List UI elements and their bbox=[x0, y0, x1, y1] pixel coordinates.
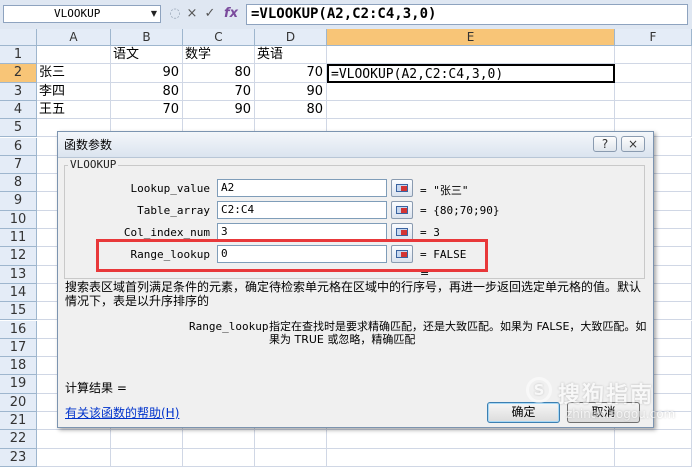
row-header-4[interactable]: 4 bbox=[0, 100, 37, 120]
select-all-corner[interactable] bbox=[0, 29, 37, 46]
cell-e22[interactable] bbox=[327, 430, 615, 449]
watermark-url: zhinan.sogou.com bbox=[566, 407, 676, 421]
lookup-value-input[interactable]: A2 bbox=[217, 179, 387, 197]
formula-bar: VLOOKUP ▼ ◌ × ✓ fx =VLOOKUP(A2,C2:C4,3,0… bbox=[0, 0, 692, 30]
param-description-text: 指定在查找时是要求精确匹配，还是大致匹配。如果为 FALSE，大致匹配。如果为 … bbox=[269, 320, 647, 346]
cell-d23[interactable] bbox=[255, 448, 327, 467]
formula-input[interactable]: =VLOOKUP(A2,C2:C4,3,0) bbox=[246, 4, 688, 25]
chevron-down-icon[interactable]: ▼ bbox=[148, 5, 160, 23]
cell-b23[interactable] bbox=[111, 448, 183, 467]
collapse-dialog-icon[interactable] bbox=[391, 201, 413, 219]
cell-a22[interactable] bbox=[37, 430, 111, 449]
column-header-e[interactable]: E bbox=[327, 29, 615, 46]
cell-e4[interactable] bbox=[327, 100, 615, 120]
row-header-21[interactable]: 21 bbox=[0, 412, 37, 431]
column-header-f[interactable]: F bbox=[615, 29, 692, 46]
watermark-text: 搜狗指南 bbox=[558, 383, 655, 408]
row-header-18[interactable]: 18 bbox=[0, 357, 37, 376]
cell-d2[interactable]: 70 bbox=[255, 64, 327, 83]
dialog-title-bar[interactable]: 函数参数 ? × bbox=[58, 132, 653, 158]
row-header-15[interactable]: 15 bbox=[0, 302, 37, 321]
cell-f2[interactable] bbox=[615, 64, 692, 83]
cell-f23[interactable] bbox=[615, 448, 692, 467]
help-button[interactable]: ? bbox=[593, 136, 617, 152]
cell-a2[interactable]: 张三 bbox=[37, 64, 111, 83]
cell-a1[interactable] bbox=[37, 46, 111, 65]
cell-d1[interactable]: 英语 bbox=[255, 46, 327, 65]
cell-a3[interactable]: 李四 bbox=[37, 82, 111, 101]
row-header-7[interactable]: 7 bbox=[0, 155, 37, 175]
cell-b22[interactable] bbox=[111, 430, 183, 449]
row-header-2[interactable]: 2 bbox=[0, 64, 37, 83]
arg-result-col-index-num: = 3 bbox=[420, 226, 440, 239]
collapse-dialog-icon[interactable] bbox=[391, 179, 413, 197]
row-header-20[interactable]: 20 bbox=[0, 393, 37, 412]
cell-c4[interactable]: 90 bbox=[183, 100, 255, 120]
cell-f22[interactable] bbox=[615, 430, 692, 449]
help-link[interactable]: 有关该函数的帮助(H) bbox=[65, 404, 179, 421]
table-array-input[interactable]: C2:C4 bbox=[217, 201, 387, 219]
cell-a23[interactable] bbox=[37, 448, 111, 467]
cell-e23[interactable] bbox=[327, 448, 615, 467]
row-header-8[interactable]: 8 bbox=[0, 174, 37, 193]
row-header-13[interactable]: 13 bbox=[0, 265, 37, 284]
close-button[interactable]: × bbox=[621, 136, 645, 152]
row-header-3[interactable]: 3 bbox=[0, 82, 37, 101]
cell-f1[interactable] bbox=[615, 46, 692, 65]
calc-result-label: 计算结果 = bbox=[65, 381, 127, 395]
cell-c2[interactable]: 80 bbox=[183, 64, 255, 83]
row-header-11[interactable]: 11 bbox=[0, 229, 37, 248]
column-header-a[interactable]: A bbox=[37, 29, 111, 46]
insert-function-icon[interactable]: fx bbox=[221, 5, 241, 23]
arg-label-col-index-num: Col_index_num bbox=[123, 226, 210, 239]
sogou-logo-icon: S bbox=[526, 377, 552, 403]
arg-label-table-array: Table_array bbox=[137, 204, 210, 217]
row-header-9[interactable]: 9 bbox=[0, 192, 37, 211]
cell-d22[interactable] bbox=[255, 430, 327, 449]
row-header-5[interactable]: 5 bbox=[0, 119, 37, 138]
param-description-name: Range_lookup bbox=[189, 320, 269, 333]
row-header-12[interactable]: 12 bbox=[0, 247, 37, 266]
row-header-23[interactable]: 23 bbox=[0, 448, 37, 467]
cell-a4[interactable]: 王五 bbox=[37, 100, 111, 120]
cell-c22[interactable] bbox=[183, 430, 255, 449]
name-box[interactable]: VLOOKUP bbox=[3, 5, 161, 23]
column-header-c[interactable]: C bbox=[183, 29, 255, 46]
row-header-19[interactable]: 19 bbox=[0, 375, 37, 394]
cell-d3[interactable]: 90 bbox=[255, 82, 327, 101]
column-header-b[interactable]: B bbox=[111, 29, 183, 46]
cell-b4[interactable]: 70 bbox=[111, 100, 183, 120]
dialog-title: 函数参数 bbox=[64, 138, 113, 152]
cell-b2[interactable]: 90 bbox=[111, 64, 183, 83]
enter-icon[interactable]: ✓ bbox=[202, 5, 218, 23]
cell-c23[interactable] bbox=[183, 448, 255, 467]
function-result-equals: = bbox=[420, 267, 430, 280]
cell-c1[interactable]: 数学 bbox=[183, 46, 255, 65]
watermark: S 搜狗指南 zhinan.sogou.com bbox=[526, 373, 692, 431]
cell-e3[interactable] bbox=[327, 82, 615, 101]
function-name: VLOOKUP bbox=[68, 158, 119, 171]
cell-e2[interactable]: =VLOOKUP(A2,C2:C4,3,0) bbox=[327, 64, 615, 83]
cell-c3[interactable]: 70 bbox=[183, 82, 255, 101]
row-header-22[interactable]: 22 bbox=[0, 430, 37, 449]
cell-b3[interactable]: 80 bbox=[111, 82, 183, 101]
arg-result-lookup-value: = "张三" bbox=[420, 184, 469, 197]
row-header-14[interactable]: 14 bbox=[0, 283, 37, 303]
cell-f3[interactable] bbox=[615, 82, 692, 101]
row-header-1[interactable]: 1 bbox=[0, 46, 37, 65]
grip-icon: ◌ bbox=[169, 6, 181, 21]
column-header-d[interactable]: D bbox=[255, 29, 327, 46]
row-header-16[interactable]: 16 bbox=[0, 320, 37, 339]
row-header-6[interactable]: 6 bbox=[0, 137, 37, 156]
cell-e1[interactable] bbox=[327, 46, 615, 65]
arg-result-table-array: = {80;70;90} bbox=[420, 204, 500, 217]
arg-label-lookup-value: Lookup_value bbox=[130, 182, 210, 195]
cell-d4[interactable]: 80 bbox=[255, 100, 327, 120]
cell-f4[interactable] bbox=[615, 100, 692, 120]
cancel-icon[interactable]: × bbox=[184, 5, 200, 23]
cell-b1[interactable]: 语文 bbox=[111, 46, 183, 65]
row-header-17[interactable]: 17 bbox=[0, 338, 37, 358]
function-description: 搜索表区域首列满足条件的元素，确定待检索单元格在区域中的行序号，再进一步返回选定… bbox=[65, 280, 642, 308]
row-header-10[interactable]: 10 bbox=[0, 210, 37, 229]
